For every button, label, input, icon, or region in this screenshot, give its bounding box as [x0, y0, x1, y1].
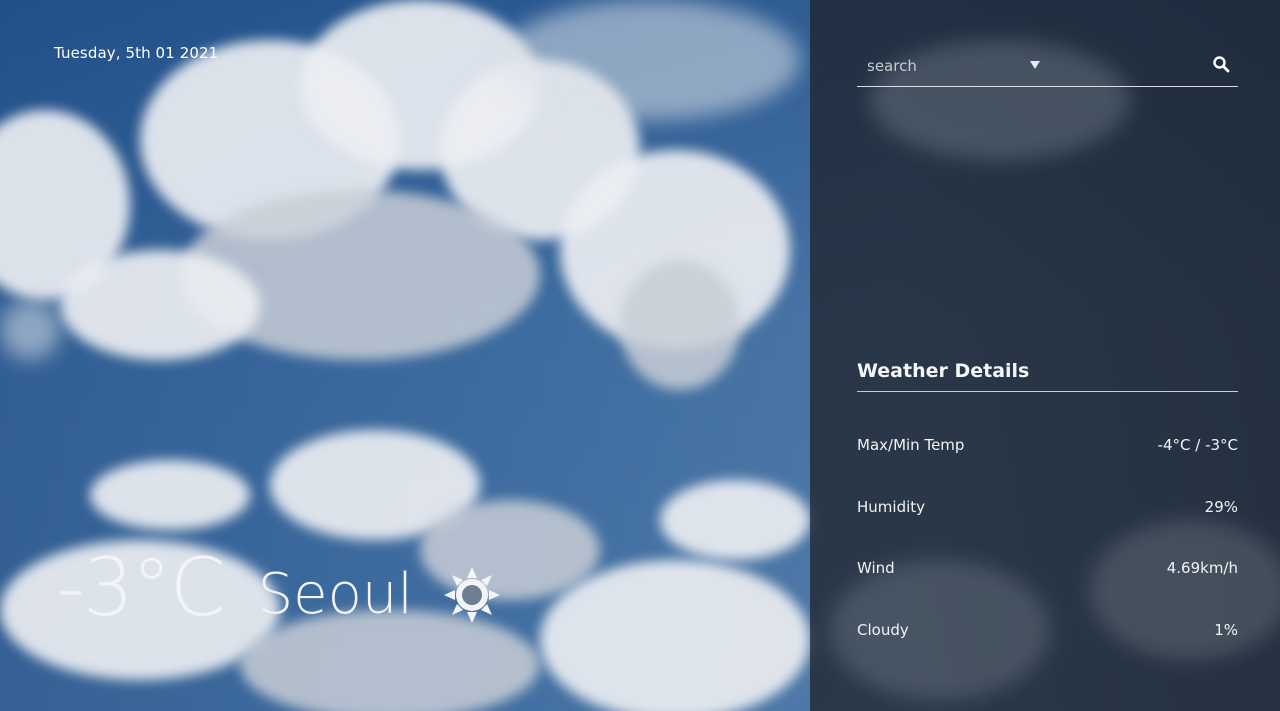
detail-label: Max/Min Temp [857, 436, 965, 454]
search-input[interactable] [857, 50, 1027, 82]
sun-icon [443, 567, 500, 623]
caret-down-icon[interactable] [1029, 60, 1041, 70]
city-name: Seoul [257, 562, 413, 627]
detail-value: 4.69km/h [1166, 559, 1238, 577]
detail-value: -4°C / -3°C [1157, 436, 1238, 454]
search-icon[interactable] [1212, 55, 1230, 73]
detail-row-wind: Wind 4.69km/h [857, 559, 1238, 577]
current-weather: -3°C Seoul [56, 548, 501, 628]
detail-label: Humidity [857, 498, 926, 516]
detail-row-max-min-temp: Max/Min Temp -4°C / -3°C [857, 436, 1238, 454]
search-bar [857, 50, 1238, 87]
details-divider [857, 391, 1238, 392]
detail-row-cloudy: Cloudy 1% [857, 621, 1238, 639]
detail-label: Cloudy [857, 621, 909, 639]
detail-value: 1% [1214, 621, 1238, 639]
detail-value: 29% [1204, 498, 1238, 516]
weather-details-title: Weather Details [857, 360, 1030, 382]
detail-label: Wind [857, 559, 895, 577]
details-panel: Weather Details Max/Min Temp -4°C / -3°C… [810, 0, 1280, 711]
current-date: Tuesday, 5th 01 2021 [54, 44, 219, 62]
current-temperature: -3°C [56, 541, 226, 634]
detail-row-humidity: Humidity 29% [857, 498, 1238, 516]
